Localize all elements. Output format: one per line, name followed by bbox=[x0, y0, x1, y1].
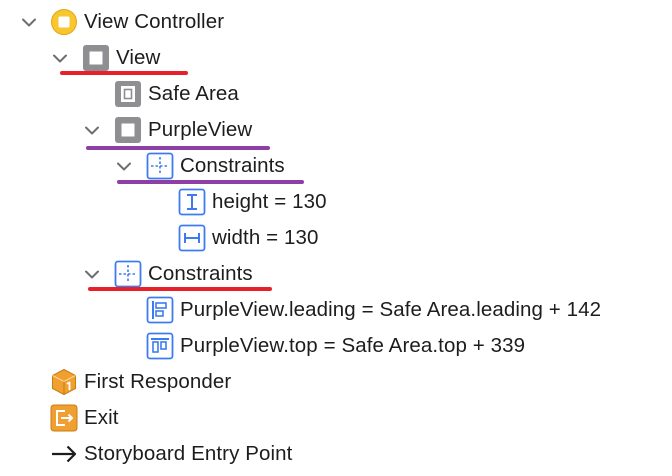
outline-item-label: View Controller bbox=[84, 10, 225, 33]
outline-item-first-responder[interactable]: First Responder bbox=[50, 364, 231, 400]
height-constraint-icon bbox=[178, 188, 206, 216]
width-constraint-icon bbox=[178, 224, 206, 252]
view-icon bbox=[82, 44, 110, 72]
outline-item-label: First Responder bbox=[84, 370, 232, 393]
outline-item-label: Constraints bbox=[180, 154, 285, 177]
outline-item-label: PurpleView bbox=[148, 118, 253, 141]
arrow-right-icon bbox=[50, 440, 78, 468]
outline-item-storyboard-entry-point[interactable]: Storyboard Entry Point bbox=[50, 436, 292, 472]
red-annotation-underline bbox=[88, 287, 272, 291]
outline-item-leading-constraint[interactable]: PurpleView.leading = Safe Area.leading +… bbox=[146, 292, 601, 328]
view-icon bbox=[114, 116, 142, 144]
chevron-down-icon[interactable] bbox=[53, 51, 67, 65]
constraints-icon bbox=[146, 152, 174, 180]
outline-item-safe-area[interactable]: Safe Area bbox=[114, 76, 239, 112]
view-controller-icon bbox=[50, 8, 78, 36]
red-annotation-underline bbox=[60, 71, 188, 75]
constraints-icon bbox=[114, 260, 142, 288]
outline-item-purpleview[interactable]: PurpleView bbox=[114, 112, 252, 148]
chevron-down-icon[interactable] bbox=[85, 123, 99, 137]
chevron-down-icon[interactable] bbox=[22, 15, 36, 29]
outline-item-label: PurpleView.top = Safe Area.top + 339 bbox=[180, 334, 526, 357]
leading-constraint-icon bbox=[146, 296, 174, 324]
exit-icon bbox=[50, 404, 78, 432]
outline-item-exit[interactable]: Exit bbox=[50, 400, 119, 436]
top-constraint-icon bbox=[146, 332, 174, 360]
outline-item-label: Storyboard Entry Point bbox=[84, 442, 293, 465]
outline-item-label: PurpleView.leading = Safe Area.leading +… bbox=[180, 298, 602, 321]
outline-item-label: Safe Area bbox=[148, 82, 239, 105]
outline-item-label: Exit bbox=[84, 406, 119, 429]
outline-item-label: width = 130 bbox=[212, 226, 319, 249]
outline-item-purpleview-constraints[interactable]: Constraints bbox=[146, 148, 285, 184]
outline-item-width-constraint[interactable]: width = 130 bbox=[178, 220, 319, 256]
outline-item-label: height = 130 bbox=[212, 190, 327, 213]
chevron-down-icon[interactable] bbox=[85, 267, 99, 281]
outline-item-top-constraint[interactable]: PurpleView.top = Safe Area.top + 339 bbox=[146, 328, 525, 364]
outline-item-height-constraint[interactable]: height = 130 bbox=[178, 184, 327, 220]
chevron-down-icon[interactable] bbox=[117, 159, 131, 173]
first-responder-icon bbox=[50, 368, 78, 396]
outline-item-view-controller[interactable]: View Controller bbox=[50, 4, 224, 40]
document-outline: View Controller View Safe Area PurpleVie… bbox=[0, 0, 672, 476]
safe-area-icon bbox=[114, 80, 142, 108]
